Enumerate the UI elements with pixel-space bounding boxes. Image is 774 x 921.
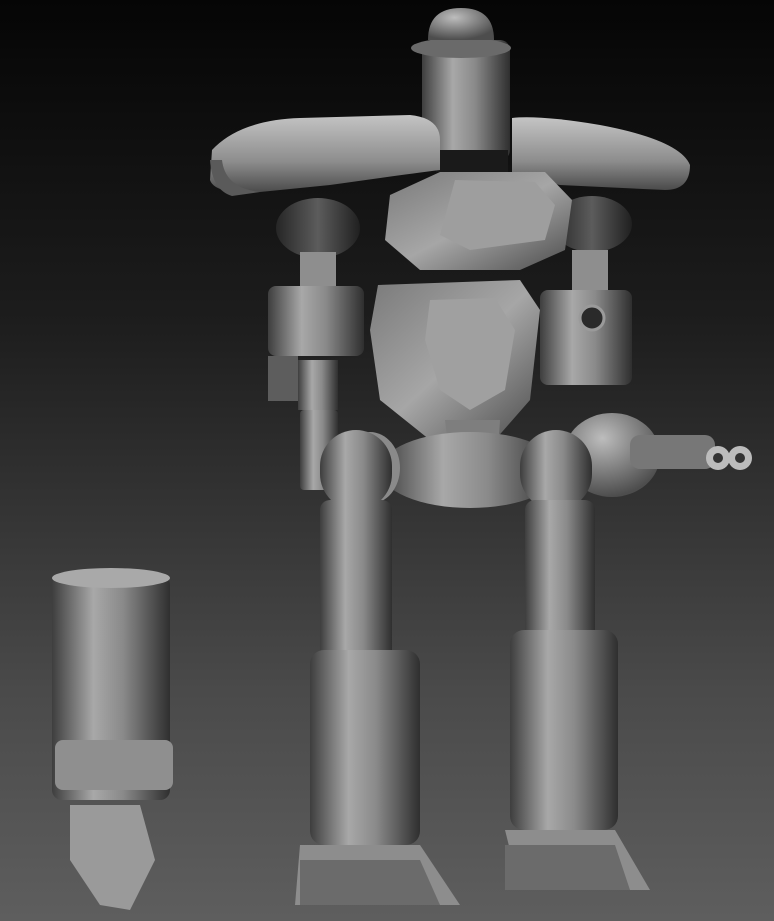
gun-arm: [564, 413, 752, 497]
left-shoulder-joint: [276, 198, 360, 258]
detached-arm-part: [52, 568, 173, 910]
right-arm: [540, 250, 632, 385]
left-shoulder-pad: [210, 115, 440, 196]
sculpt-render: [52, 8, 752, 910]
3d-viewport: [0, 0, 774, 921]
